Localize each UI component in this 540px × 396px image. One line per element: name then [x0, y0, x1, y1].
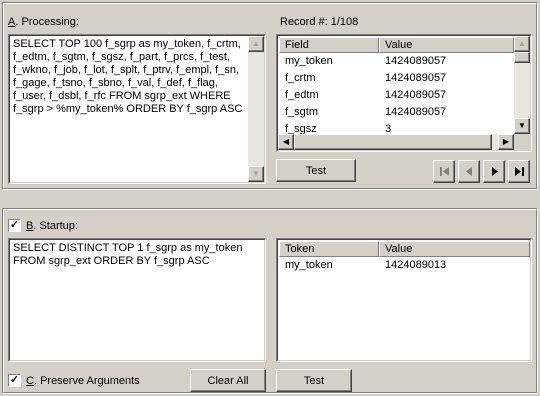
table-row[interactable]: f_crtm 1424089057: [279, 70, 514, 87]
next-record-button[interactable]: [483, 160, 505, 183]
scroll-down-button[interactable]: ▼: [514, 118, 530, 134]
preserve-arguments-checkbox[interactable]: ✓ C. Preserve Arguments: [8, 374, 140, 387]
startup-sql-textarea[interactable]: SELECT DISTINCT TOP 1 f_sgrp as my_token…: [8, 238, 266, 362]
next-record-icon: [491, 167, 498, 176]
record-vertical-scrollbar[interactable]: ▲ ▼: [514, 36, 530, 134]
scroll-corner: [514, 134, 530, 150]
last-record-icon: [514, 167, 524, 176]
scroll-up-icon: ▲: [252, 39, 260, 48]
preserve-arguments-label: C. Preserve Arguments: [26, 374, 140, 387]
table-row[interactable]: my_token 1424089057: [279, 53, 514, 70]
column-header-value[interactable]: Value: [379, 37, 514, 53]
table-row[interactable]: f_sgsz 3: [279, 121, 514, 135]
scroll-up-button[interactable]: ▲: [514, 36, 530, 52]
scroll-right-button[interactable]: ▶: [498, 134, 514, 150]
processing-sql-text: SELECT TOP 100 f_sgrp as my_token, f_crt…: [13, 38, 244, 115]
previous-record-icon: [465, 167, 472, 176]
table-row[interactable]: f_edtm 1424089057: [279, 87, 514, 104]
processing-label: A. Processing:: [8, 16, 79, 28]
record-horizontal-scrollbar[interactable]: ◀ ▶: [278, 134, 514, 150]
scroll-thumb[interactable]: [514, 52, 530, 63]
scroll-up-icon: ▲: [518, 39, 526, 48]
startup-checkbox-box[interactable]: ✓: [8, 219, 21, 232]
scroll-up-button[interactable]: ▲: [248, 36, 264, 52]
record-number-label: Record #: 1/108: [280, 16, 359, 28]
column-header-value[interactable]: Value: [379, 241, 530, 257]
table-row[interactable]: f_sgtm 1424089057: [279, 104, 514, 121]
record-table-header: Field Value: [279, 37, 514, 53]
scroll-down-button[interactable]: ▼: [248, 166, 264, 182]
startup-label: B. Startup:: [26, 219, 78, 232]
table-row[interactable]: my_token 1424089013: [279, 257, 530, 274]
preserve-arguments-checkbox-box[interactable]: ✓: [8, 374, 21, 387]
scroll-thumb[interactable]: [294, 134, 492, 150]
scroll-left-button[interactable]: ◀: [278, 134, 294, 150]
startup-sql-text: SELECT DISTINCT TOP 1 f_sgrp as my_token…: [13, 242, 246, 267]
startup-token-table[interactable]: Token Value my_token 1424089013: [276, 238, 532, 362]
first-record-button[interactable]: [433, 160, 455, 183]
processing-vertical-scrollbar[interactable]: ▲ ▼: [248, 36, 264, 182]
last-record-button[interactable]: [508, 160, 530, 183]
scroll-left-icon: ◀: [282, 137, 290, 146]
column-header-field[interactable]: Field: [279, 37, 379, 53]
previous-record-button[interactable]: [458, 160, 480, 183]
token-table-header: Token Value: [279, 241, 530, 257]
scroll-down-icon: ▼: [252, 169, 260, 178]
record-navigation: [433, 160, 530, 183]
processing-test-button[interactable]: Test: [276, 159, 356, 182]
first-record-icon: [439, 167, 449, 176]
startup-test-button[interactable]: Test: [276, 369, 352, 392]
scroll-right-icon: ▶: [502, 137, 510, 146]
clear-all-button[interactable]: Clear All: [190, 369, 266, 392]
scroll-down-icon: ▼: [518, 121, 526, 130]
processing-sql-textarea[interactable]: SELECT TOP 100 f_sgrp as my_token, f_crt…: [8, 34, 266, 184]
startup-checkbox[interactable]: ✓ B. Startup:: [8, 219, 78, 232]
column-header-token[interactable]: Token: [279, 241, 379, 257]
record-fields-table[interactable]: Field Value my_token 1424089057 f_crtm 142…: [276, 34, 532, 152]
